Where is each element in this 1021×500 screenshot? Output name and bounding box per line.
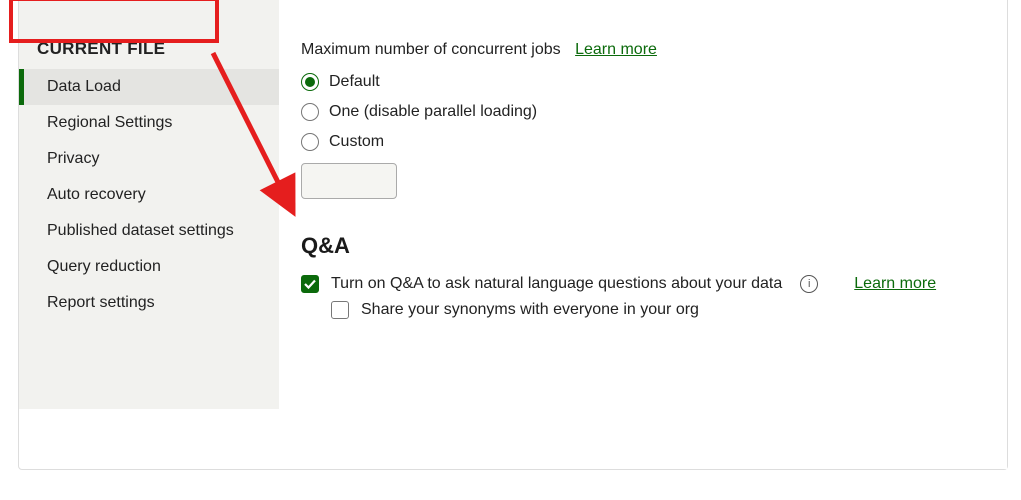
qa-turn-on-row: Turn on Q&A to ask natural language ques… [301, 275, 985, 293]
sidebar-item-report-settings[interactable]: Report settings [19, 285, 279, 321]
radio-one-label: One (disable parallel loading) [329, 103, 537, 121]
radio-row-custom[interactable]: Custom [301, 133, 985, 151]
qa-share-row: Share your synonyms with everyone in you… [331, 301, 985, 319]
radio-default[interactable] [301, 73, 319, 91]
sidebar-item-auto-recovery[interactable]: Auto recovery [19, 177, 279, 213]
sidebar-item-regional-settings[interactable]: Regional Settings [19, 105, 279, 141]
sidebar-item-data-load[interactable]: Data Load [19, 69, 279, 105]
radio-custom[interactable] [301, 133, 319, 151]
sidebar-item-published-dataset-settings[interactable]: Published dataset settings [19, 213, 279, 249]
qa-share-label: Share your synonyms with everyone in you… [361, 301, 699, 319]
qa-turn-on-label: Turn on Q&A to ask natural language ques… [331, 275, 782, 293]
concurrent-jobs-label: Maximum number of concurrent jobs Learn … [301, 41, 985, 59]
info-icon[interactable]: i [800, 275, 818, 293]
radio-default-label: Default [329, 73, 380, 91]
main-panel: Parallel loading of tables i Maximum num… [279, 0, 1007, 469]
annotation-box [9, 0, 219, 43]
sidebar-item-query-reduction[interactable]: Query reduction [19, 249, 279, 285]
learn-more-link-qa[interactable]: Learn more [854, 275, 936, 293]
qa-title: Q&A [301, 233, 985, 259]
radio-row-default[interactable]: Default [301, 73, 985, 91]
radio-custom-label: Custom [329, 133, 384, 151]
radio-row-one[interactable]: One (disable parallel loading) [301, 103, 985, 121]
learn-more-link-parallel[interactable]: Learn more [575, 41, 657, 58]
concurrent-jobs-radio-group: Default One (disable parallel loading) C… [301, 73, 985, 199]
concurrent-jobs-label-text: Maximum number of concurrent jobs [301, 41, 561, 58]
checkbox-share-synonyms[interactable] [331, 301, 349, 319]
sidebar-item-privacy[interactable]: Privacy [19, 141, 279, 177]
radio-one[interactable] [301, 103, 319, 121]
checkbox-turn-on-qa[interactable] [301, 275, 319, 293]
custom-value-input[interactable] [301, 163, 397, 199]
sidebar: CURRENT FILE Data Load Regional Settings… [19, 0, 279, 409]
